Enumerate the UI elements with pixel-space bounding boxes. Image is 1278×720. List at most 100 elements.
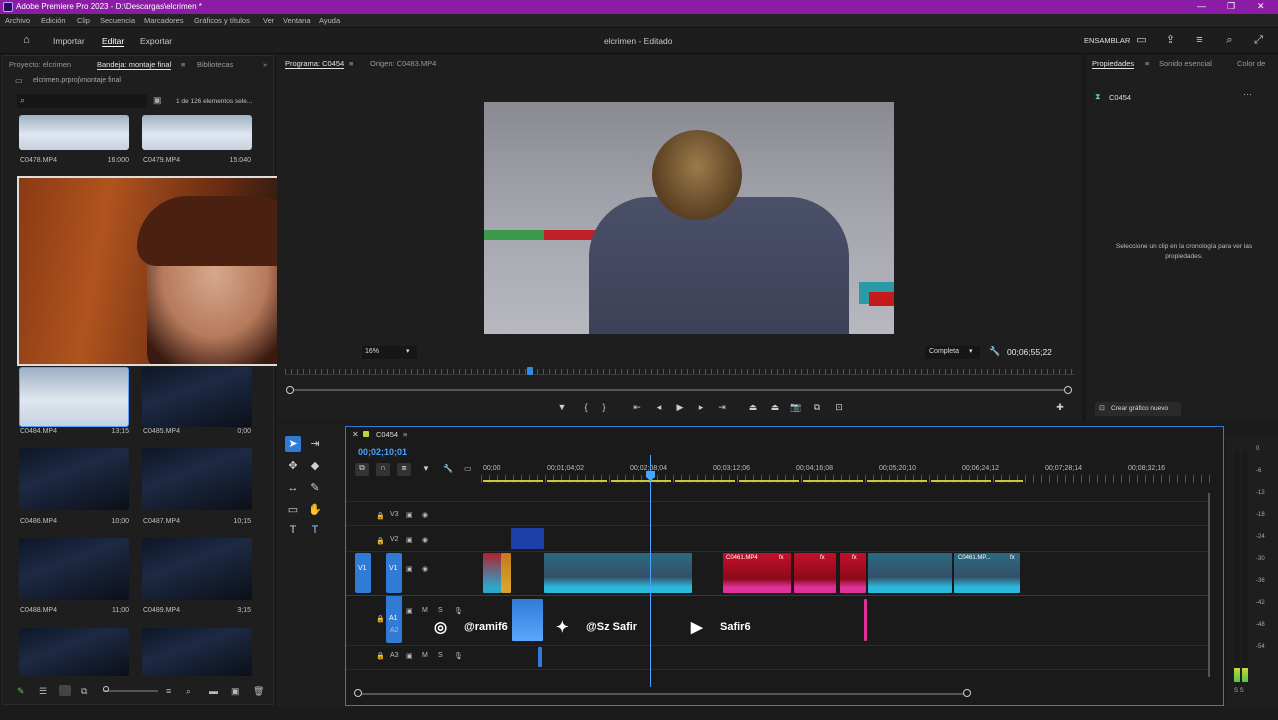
menu-marcadores[interactable]: Marcadores	[144, 16, 184, 25]
rectangle-tool-icon[interactable]: ▭	[285, 502, 301, 518]
menu-edicion[interactable]: Edición	[41, 16, 66, 25]
lock-icon[interactable]: 🔒	[376, 512, 385, 520]
horizontal-scrollbar[interactable]	[356, 693, 966, 695]
close-button[interactable]: ✕	[1257, 1, 1265, 12]
monitor-time-ruler[interactable]	[285, 369, 1075, 375]
tab-editar[interactable]: Editar	[102, 36, 125, 47]
menu-ventana[interactable]: Ventana	[283, 16, 311, 25]
clip-thumb[interactable]	[142, 628, 252, 676]
eye-icon[interactable]: ◉	[422, 536, 428, 544]
sync-icon[interactable]: ▣	[406, 607, 413, 615]
fullscreen-icon[interactable]: ⤢	[1252, 34, 1265, 47]
timeline-timecode[interactable]: 00;02;10;01	[358, 447, 407, 457]
zoom-slider[interactable]	[103, 690, 158, 692]
search-bin-icon[interactable]: ⌕	[186, 686, 191, 697]
mute-button[interactable]: M	[422, 652, 428, 659]
pen-tool-icon[interactable]: ✎	[307, 480, 323, 496]
slip-tool-icon[interactable]: ↔	[285, 480, 301, 496]
tab-proyecto[interactable]: Proyecto: elcrimen	[9, 60, 71, 69]
track-select-tool-icon[interactable]: ⇥	[307, 436, 323, 452]
minimize-button[interactable]: —	[1197, 1, 1206, 11]
extract-icon[interactable]: ⏏	[768, 401, 782, 413]
tab-importar[interactable]: Importar	[53, 36, 85, 46]
sync-icon[interactable]: ▣	[406, 536, 413, 544]
tab-origen[interactable]: Origen: C0483.MP4	[370, 59, 436, 68]
search-input[interactable]: ⌕	[17, 94, 147, 108]
go-to-in-icon[interactable]: ⇤	[630, 401, 644, 413]
video-clip[interactable]	[501, 553, 511, 593]
clip-thumb-c0479[interactable]	[142, 115, 252, 150]
timeline-settings-icon[interactable]: 🔧	[443, 464, 453, 473]
tab-color[interactable]: Color de	[1237, 59, 1265, 68]
freeform-view-icon[interactable]: ⧉	[81, 686, 87, 697]
overlay-icon[interactable]: ⊡	[832, 401, 846, 413]
solo-button[interactable]: S	[438, 652, 443, 659]
timeline-playhead[interactable]	[650, 455, 651, 687]
zoom-slider-handle[interactable]	[103, 686, 109, 692]
video-clip[interactable]	[544, 553, 692, 593]
sync-icon[interactable]: ▣	[406, 565, 413, 573]
home-icon[interactable]: ⌂	[20, 34, 33, 47]
eye-icon[interactable]: ◉	[422, 565, 428, 573]
tab-bibliotecas[interactable]: Bibliotecas	[197, 60, 233, 69]
video-clip[interactable]: C0461.MP... fx	[954, 553, 1020, 593]
audio-clip-a3[interactable]	[538, 647, 542, 667]
marker-icon[interactable]: ▼	[555, 401, 569, 413]
icon-view-icon[interactable]	[59, 685, 71, 696]
tab-sonido-esencial[interactable]: Sonido esencial	[1159, 59, 1212, 68]
clip-thumb-c0488[interactable]	[19, 538, 129, 600]
sync-icon[interactable]: ▣	[406, 511, 413, 519]
sequence-tab[interactable]: C0454	[376, 430, 398, 439]
hand-tool-icon[interactable]: ✋	[307, 502, 323, 518]
trash-icon[interactable]: 🗑	[253, 686, 264, 697]
video-clip-red[interactable]: fx	[794, 553, 836, 593]
mark-out-icon[interactable]: }	[597, 401, 611, 413]
video-frame[interactable]	[484, 102, 894, 334]
go-to-out-icon[interactable]: ⇥	[715, 401, 729, 413]
lock-icon[interactable]: 🔒	[376, 537, 385, 545]
menu-icon[interactable]: ≡	[1193, 34, 1206, 47]
tab-programa[interactable]: Programa: C0454	[285, 59, 345, 69]
sort-icon[interactable]: ≡	[166, 686, 171, 696]
vertical-scrollbar[interactable]	[1208, 493, 1210, 677]
more-options-icon[interactable]: ···	[1243, 89, 1252, 99]
video-clip[interactable]	[483, 553, 501, 593]
export-frame-icon[interactable]: 📷	[789, 401, 803, 413]
close-tab-icon[interactable]: ✕	[352, 430, 359, 439]
mark-in-icon[interactable]: {	[579, 401, 593, 413]
monitor-playhead[interactable]	[527, 367, 533, 375]
clip-thumb-c0487[interactable]	[142, 448, 252, 510]
clip-thumb-c0489[interactable]	[142, 538, 252, 600]
step-back-icon[interactable]: ◂	[652, 401, 666, 413]
clip-thumb[interactable]	[19, 628, 129, 676]
expand-panels-icon[interactable]: »	[263, 60, 267, 69]
panel-menu-icon[interactable]: ≡	[1145, 59, 1149, 68]
new-bin-icon[interactable]: ▬	[209, 686, 218, 696]
menu-ver[interactable]: Ver	[263, 16, 274, 25]
workspace-icon[interactable]: ▭	[1135, 34, 1148, 47]
vertical-type-tool-icon[interactable]: T	[307, 522, 323, 538]
type-tool-icon[interactable]: T	[285, 522, 301, 538]
settings-wrench-icon[interactable]: 🔧	[989, 346, 1000, 357]
eye-icon[interactable]: ◉	[422, 511, 428, 519]
clip-thumb-c0484[interactable]	[19, 367, 129, 427]
clip-thumb-c0485[interactable]	[142, 367, 252, 427]
play-icon[interactable]: ▶	[673, 401, 687, 413]
captions-icon[interactable]: ▭	[464, 464, 472, 473]
menu-ayuda[interactable]: Ayuda	[319, 16, 340, 25]
tab-bandeja[interactable]: Bandeja: montaje final	[97, 60, 172, 70]
scroll-handle-right[interactable]	[1064, 386, 1072, 394]
mic-icon[interactable]: 🎙	[454, 652, 463, 660]
nest-icon[interactable]: ⧉	[355, 463, 369, 476]
lift-icon[interactable]: ⏏	[746, 401, 760, 413]
linked-selection-icon[interactable]: ⧈	[397, 463, 411, 476]
zoom-select[interactable]: 16% ▾	[362, 346, 417, 359]
share-icon[interactable]: ⇪	[1164, 34, 1177, 47]
meter-solo-labels[interactable]: S S	[1234, 688, 1244, 694]
panel-menu-icon[interactable]: ≡	[349, 59, 353, 68]
razor-tool-icon[interactable]: ◆	[307, 458, 323, 474]
search-icon[interactable]: ⌕	[1223, 34, 1236, 47]
panel-menu-icon[interactable]: ≡	[181, 60, 185, 69]
new-bin-icon[interactable]: ▣	[153, 95, 162, 106]
lock-icon[interactable]: 🔒	[376, 615, 385, 623]
